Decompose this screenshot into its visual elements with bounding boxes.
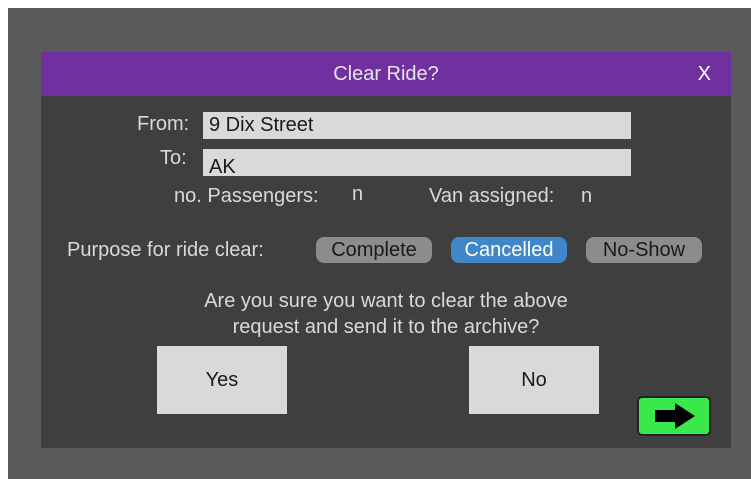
purpose-label: Purpose for ride clear: (67, 239, 264, 261)
next-button[interactable] (637, 396, 711, 436)
passengers-value: n (352, 183, 364, 205)
to-field[interactable]: AK (203, 149, 631, 176)
van-assigned-value: n (581, 185, 593, 207)
dialog-title: Clear Ride? (333, 63, 439, 85)
purpose-option-cancelled[interactable]: Cancelled (451, 237, 567, 263)
question-line-1: Are you sure you want to clear the above (204, 290, 568, 312)
passengers-label: no. Passengers: (174, 185, 319, 207)
from-field[interactable]: 9 Dix Street (203, 112, 631, 139)
no-button[interactable]: No (469, 346, 599, 414)
purpose-option-no-show[interactable]: No-Show (586, 237, 702, 263)
question-line-2: request and send it to the archive? (232, 316, 540, 338)
clear-ride-dialog: Clear Ride? X From: 9 Dix Street To: AK … (41, 52, 731, 448)
to-label: To: (160, 147, 187, 169)
dialog-titlebar: Clear Ride? X (41, 52, 731, 96)
close-button[interactable]: X (698, 52, 711, 96)
right-arrow-icon (655, 403, 695, 429)
from-label: From: (137, 113, 190, 135)
confirmation-question: Are you sure you want to clear the above… (41, 288, 731, 340)
purpose-option-complete[interactable]: Complete (316, 237, 432, 263)
van-assigned-label: Van assigned: (429, 185, 555, 207)
yes-button[interactable]: Yes (157, 346, 287, 414)
